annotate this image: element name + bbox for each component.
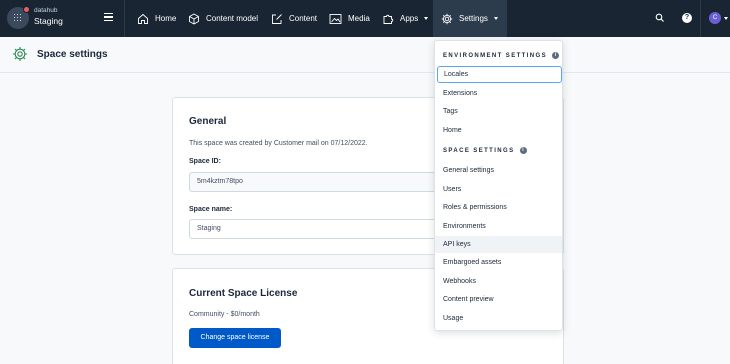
space-settings-label: SPACE SETTINGS: [443, 147, 515, 154]
license-plan: Community - $0/month: [189, 311, 260, 318]
menu-item-users[interactable]: Users: [435, 181, 562, 198]
license-heading: Current Space License: [189, 288, 298, 299]
app-launcher-button[interactable]: [7, 6, 30, 29]
nav-content-model-label: Content model: [206, 14, 259, 23]
menu-item-tags[interactable]: Tags: [435, 103, 562, 120]
grid-icon: [13, 13, 23, 23]
nav-media-label: Media: [348, 14, 370, 23]
menu-item-environments[interactable]: Environments: [435, 218, 562, 235]
nav-apps-label: Apps: [400, 14, 419, 23]
nav-content[interactable]: Content: [265, 0, 323, 37]
space-settings-heading: SPACE SETTINGS i: [443, 147, 527, 154]
environment-settings-label: ENVIRONMENT SETTINGS: [443, 52, 548, 59]
created-text: This space was created by Customer mail …: [189, 140, 368, 147]
space-info: datahub Staging: [34, 7, 63, 26]
menu-item-embargoed-assets[interactable]: Embargoed assets: [435, 254, 562, 271]
chevron-down-icon: [424, 17, 429, 20]
space-name: Staging: [34, 15, 63, 26]
chevron-down-icon: [724, 17, 728, 20]
puzzle-icon: [383, 14, 394, 24]
change-license-button[interactable]: Change space license: [189, 328, 281, 348]
general-heading: General: [189, 116, 227, 127]
cube-icon: [189, 12, 199, 25]
nav-media[interactable]: Media: [323, 0, 376, 37]
menu-item-general-settings[interactable]: General settings: [435, 162, 562, 179]
page-title: Space settings: [37, 49, 108, 60]
page-header: Space settings: [0, 37, 730, 73]
nav-content-label: Content: [289, 14, 318, 23]
space-name-label: Space name:: [189, 206, 233, 213]
menu-item-webhooks[interactable]: Webhooks: [435, 273, 562, 290]
help-icon[interactable]: ?: [682, 13, 692, 23]
settings-gear-icon: [13, 47, 27, 61]
nav-home[interactable]: Home: [131, 0, 182, 37]
environment-settings-heading: ENVIRONMENT SETTINGS i: [443, 52, 560, 59]
menu-item-content-preview[interactable]: Content preview: [435, 291, 562, 308]
space-switcher[interactable]: datahub Staging: [0, 0, 125, 37]
menu-item-extensions[interactable]: Extensions: [435, 85, 562, 102]
nav-settings-label: Settings: [459, 14, 488, 23]
edit-icon: [272, 13, 282, 24]
menu-icon[interactable]: [104, 13, 113, 21]
menu-item-roles-permissions[interactable]: Roles & permissions: [435, 199, 562, 216]
chevron-down-icon: [493, 17, 498, 20]
nav-settings[interactable]: Settings: [433, 0, 507, 37]
menu-item-locales[interactable]: Locales: [437, 66, 562, 83]
info-icon[interactable]: i: [519, 147, 527, 154]
menu-item-home[interactable]: Home: [435, 122, 562, 139]
search-icon[interactable]: [655, 12, 665, 24]
space-id-label: Space ID:: [189, 158, 221, 165]
menu-item-api-keys[interactable]: API keys: [435, 236, 562, 253]
gear-icon: [441, 13, 453, 24]
menu-item-usage[interactable]: Usage: [435, 310, 562, 327]
top-navigation-bar: datahub Staging Home Content model Conte…: [0, 0, 730, 37]
nav-content-model[interactable]: Content model: [182, 0, 264, 37]
nav-apps[interactable]: Apps: [376, 0, 434, 37]
user-menu[interactable]: C: [700, 0, 730, 37]
home-icon: [138, 13, 148, 24]
image-icon: [329, 13, 342, 24]
nav-home-label: Home: [155, 14, 177, 23]
avatar: C: [709, 12, 721, 24]
notification-badge: [23, 6, 30, 13]
info-icon[interactable]: i: [552, 52, 560, 59]
org-name: datahub: [34, 7, 58, 14]
settings-dropdown: ENVIRONMENT SETTINGS i Locales Extension…: [434, 40, 563, 331]
